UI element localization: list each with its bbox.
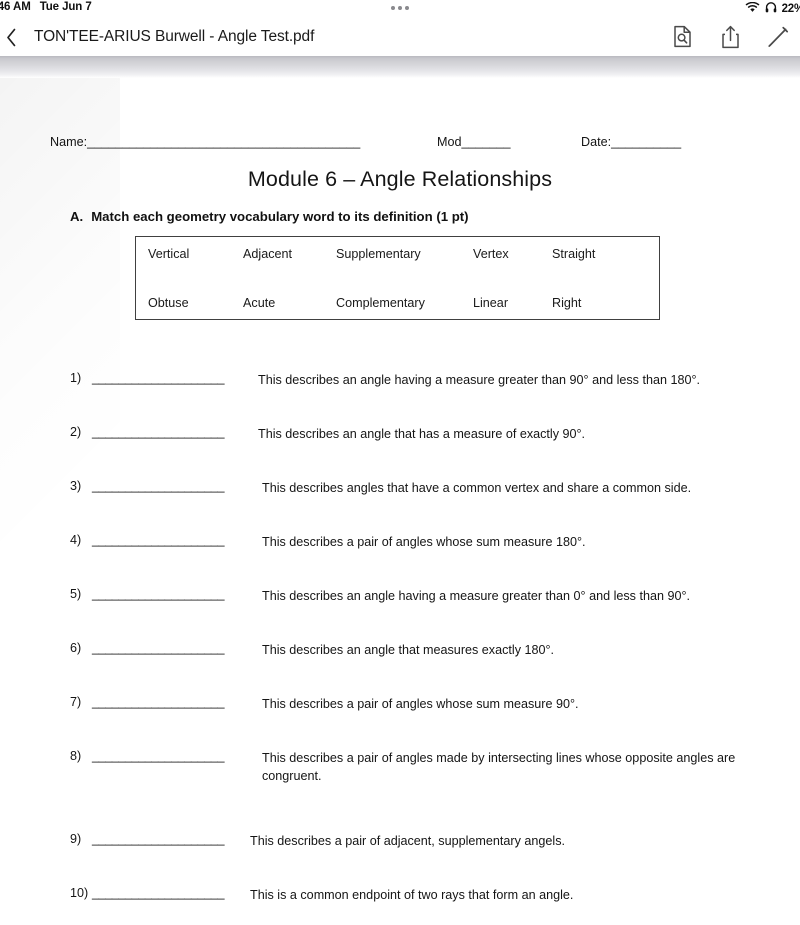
pdf-viewer-screen: :46 AM Tue Jun 7 [0,0,800,925]
date-label: Date: [581,135,612,149]
question-number: 4) [70,533,82,547]
answer-blank[interactable]: ____________________ [92,749,224,765]
word-bank-row-2: Obtuse Acute Complementary Linear Right [136,296,661,320]
wifi-icon [745,1,760,16]
word-bank-box: Vertical Adjacent Supplementary Vertex S… [135,236,660,320]
word-bank-item: Linear [473,296,509,310]
question-text: This describes an angle that measures ex… [262,643,555,657]
answer-blank[interactable]: ____________________ [92,695,224,711]
toolbar-separator-band [0,56,800,78]
question-number: 3) [70,479,82,493]
question-text: This describes an angle having a measure… [258,373,701,387]
status-bar: :46 AM Tue Jun 7 [0,0,800,17]
name-label: Name: [50,135,88,149]
question-number: 7) [70,695,82,709]
name-field-line: Name:___________________________________… [50,135,360,151]
question-text: This describes an angle having a measure… [262,589,691,603]
question-text: This describes a pair of angles made by … [262,751,736,784]
question-number: 10) [70,886,89,900]
question-text: This describes a pair of adjacent, suppl… [250,834,566,848]
question-text: This is a common endpoint of two rays th… [250,888,574,902]
word-bank-item: Adjacent [243,247,293,261]
word-bank-item: Vertex [473,247,509,261]
status-bar-left: :46 AM Tue Jun 7 [0,1,92,13]
share-icon[interactable] [718,24,742,50]
section-a-heading: A. Match each geometry vocabulary word to… [70,209,469,226]
question-number: 5) [70,587,82,601]
word-bank-item: Acute [243,296,276,310]
question-text: This describes an angle that has a measu… [258,427,586,441]
answer-blank[interactable]: ____________________ [92,371,224,387]
answer-blank[interactable]: ____________________ [92,886,224,902]
mod-blank: _______ [461,135,511,149]
document-toolbar: TON'TEE-ARIUS Burwell - Angle Test.pdf [0,17,800,56]
question-number: 1) [70,371,82,385]
document-title: TON'TEE-ARIUS Burwell - Angle Test.pdf [34,27,315,45]
word-bank-item: Vertical [148,247,190,261]
question-number: 8) [70,749,82,763]
word-bank-item: Obtuse [148,296,189,310]
status-bar-right: 22% [745,1,800,16]
question-number: 2) [70,425,82,439]
search-document-icon[interactable] [670,24,694,50]
answer-blank[interactable]: ____________________ [92,641,224,657]
pdf-page[interactable]: Name:___________________________________… [0,78,800,925]
headphones-icon [765,1,777,16]
status-date: Tue Jun 7 [39,1,92,13]
question-text: This describes a pair of angles whose su… [262,697,579,711]
worksheet-title: Module 6 – Angle Relationships [247,167,553,191]
back-chevron-icon[interactable] [0,26,22,48]
mod-field-line: Mod_______ [437,135,511,151]
answer-blank[interactable]: ____________________ [92,533,224,549]
answer-blank[interactable]: ____________________ [92,587,224,603]
question-number: 6) [70,641,82,655]
handle-dot [398,6,402,10]
word-bank-item: Straight [552,247,596,261]
date-field-line: Date:__________ [581,135,681,151]
mod-label: Mod [437,135,462,149]
date-blank: __________ [611,135,682,149]
answer-blank[interactable]: ____________________ [92,479,224,495]
question-text: This describes angles that have a common… [262,481,692,495]
handle-dot [405,6,409,10]
toolbar-actions [670,24,790,50]
word-bank-item: Right [552,296,582,310]
multitasking-handle-icon[interactable] [391,6,409,10]
section-letter: A. [70,209,84,224]
handle-dot [391,6,395,10]
name-blank: _______________________________________ [87,135,361,149]
answer-blank[interactable]: ____________________ [92,832,224,848]
battery-percent: 22% [781,2,800,15]
section-instruction: Match each geometry vocabulary word to i… [91,209,469,224]
edit-pencil-icon[interactable] [766,24,790,50]
word-bank-item: Supplementary [336,247,421,261]
word-bank-row-1: Vertical Adjacent Supplementary Vertex S… [136,247,661,271]
word-bank-item: Complementary [336,296,425,310]
answer-blank[interactable]: ____________________ [92,425,224,441]
question-number: 9) [70,832,82,846]
question-text: This describes a pair of angles whose su… [262,535,586,549]
status-time: :46 AM [0,1,31,13]
